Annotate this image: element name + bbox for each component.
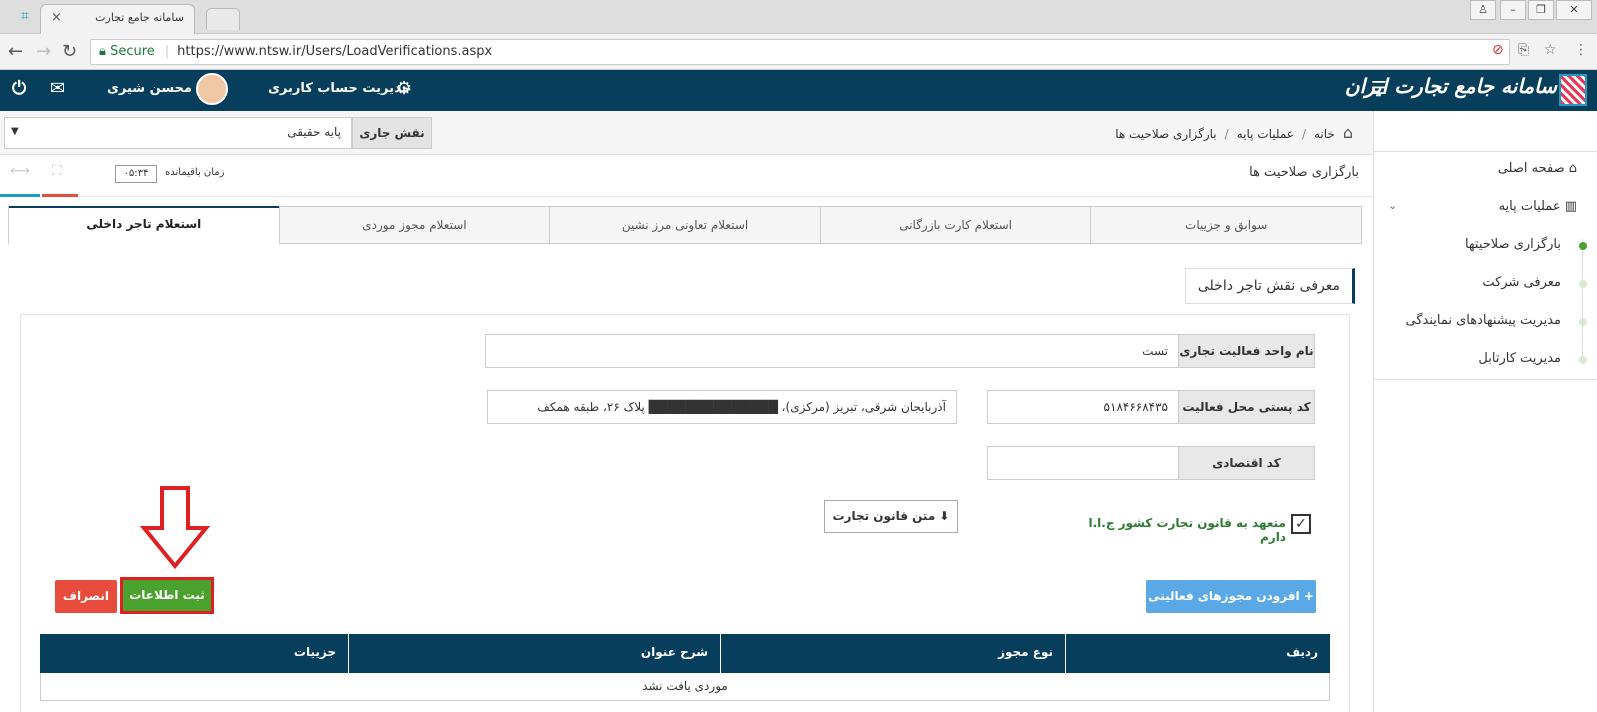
law-text-button[interactable]: ⬇ متن قانون تجارت	[824, 500, 958, 533]
commit-label: متعهد به قانون تجارت کشور ج.ا.ا دارم	[1088, 516, 1286, 544]
business-name-field[interactable]: تست	[485, 334, 1179, 368]
secure-label: Secure	[110, 44, 155, 59]
dot	[1579, 280, 1587, 288]
window-close-icon[interactable]: ✕	[1556, 0, 1592, 20]
business-name-label: نام واحد فعالیت تجاری	[1178, 334, 1315, 368]
browser-tab-title: سامانه جامع تجارت	[95, 11, 184, 24]
postal-code-label: کد پستی محل فعالیت	[1178, 390, 1315, 424]
sidebar-subitem-upload[interactable]: بارگزاری صلاحیتها	[1465, 237, 1561, 252]
tab-history[interactable]: سوابق و جزییات	[1090, 207, 1361, 243]
tab-domestic-trader[interactable]: استعلام تاجر داخلی	[9, 206, 279, 246]
dot	[1579, 318, 1587, 326]
role-select-value: پایه حقیقی	[287, 125, 341, 139]
lock-icon: 🔒︎	[99, 44, 111, 59]
active-dot	[1579, 242, 1587, 250]
tree-line	[1582, 239, 1583, 359]
gear-icon[interactable]: ⚙	[396, 78, 412, 99]
reload-icon[interactable]: ↻	[62, 41, 77, 62]
divider	[1374, 379, 1597, 380]
back-icon[interactable]: ←	[8, 41, 23, 62]
commit-checkbox[interactable]: ✓	[1291, 514, 1311, 534]
verification-tabs: سوابق و جزییات استعلام کارت بازرگانی است…	[8, 206, 1362, 246]
column-header-details: جزییات	[293, 645, 336, 659]
translate-icon[interactable]: ⎘	[1518, 42, 1529, 58]
economic-code-label: کد اقتصادی	[1178, 446, 1315, 480]
role-select[interactable]: پایه حقیقی ▼	[4, 117, 352, 149]
download-icon: ⬇	[935, 509, 950, 523]
home-icon: ⌂	[1564, 161, 1577, 176]
tab-case-license[interactable]: استعلام مجوز موردی	[278, 207, 550, 243]
timer-label: زمان باقیمانده	[165, 167, 225, 178]
chevron-down-icon[interactable]: ⌄	[1388, 199, 1397, 212]
sidebar-item-home[interactable]: ⌂ صفحه اصلی	[1498, 161, 1577, 176]
minimize-icon[interactable]: –	[1500, 0, 1526, 20]
breadcrumb-level1[interactable]: عملیات پایه	[1237, 127, 1294, 141]
close-icon[interactable]: ×	[51, 10, 62, 25]
divider	[1374, 151, 1597, 152]
expand-icon[interactable]: ⛶	[52, 163, 62, 179]
address-field: آذربایجان شرقی، تبریز (مرکزی)، █████████…	[487, 390, 957, 424]
caret-down-icon: ▼	[11, 126, 19, 137]
forward-icon[interactable]: →	[36, 41, 51, 62]
breadcrumb: ⌂خانه/عملیات پایه/بارگزاری صلاحیت ها	[1115, 123, 1353, 142]
sidebar-subitem-offers[interactable]: مدیریت پیشنهادهای نمایندگی	[1405, 313, 1561, 328]
table-empty-message: موردی یافت نشد	[40, 673, 1330, 701]
resize-icon[interactable]: ⟷	[10, 163, 30, 179]
add-licenses-label: افزودن مجوزهای فعالیتی	[1148, 589, 1300, 603]
home-icon[interactable]: ⌂	[1343, 123, 1353, 142]
save-button[interactable]: ثبت اطلاعات	[120, 577, 214, 614]
browser-tab-bar: ⌗ سامانه جامع تجارت × ♙ – ❐ ✕	[0, 0, 1597, 34]
plus-icon: +	[1299, 589, 1314, 603]
column-header-type: نوع مجوز	[720, 634, 1065, 673]
breadcrumb-bar: پایه حقیقی ▼ نقش جاری ⌂خانه/عملیات پایه/…	[0, 111, 1373, 155]
blocked-icon[interactable]: ⊘	[1492, 42, 1504, 58]
timer-value: ۰۵:۳۴	[115, 165, 157, 183]
breadcrumb-level2: بارگزاری صلاحیت ها	[1115, 127, 1217, 141]
user-name[interactable]: محسن شیری	[107, 81, 192, 96]
column-header-row: ردیف	[1065, 634, 1330, 673]
breadcrumb-home[interactable]: خانه	[1314, 127, 1335, 141]
app-logo-icon	[1559, 74, 1587, 106]
tab-border-coop[interactable]: استعلام تعاونی مرز نشین	[549, 207, 820, 243]
down-arrow-icon	[140, 486, 210, 570]
browser-tab[interactable]: سامانه جامع تجارت ×	[40, 4, 195, 34]
app-logo-text: سامانه جامع تجارت ایران	[1344, 74, 1557, 98]
url-text: https://www.ntsw.ir/Users/LoadVerificati…	[177, 44, 493, 59]
star-icon[interactable]: ☆	[1544, 42, 1557, 58]
mail-icon[interactable]: ✉	[50, 78, 65, 99]
add-licenses-button[interactable]: + افزودن مجوزهای فعالیتی	[1146, 580, 1316, 613]
user-icon[interactable]: ♙	[1470, 0, 1496, 20]
section-title: معرفی نقش تاجر داخلی	[1184, 268, 1355, 304]
menu-dots-icon[interactable]: ⋮	[1574, 42, 1588, 58]
address-bar-row: ← → ↻ 🔒︎ Secure | https://www.ntsw.ir/User…	[0, 34, 1597, 70]
sidebar-item-label: صفحه اصلی	[1497, 161, 1565, 176]
accent-line	[0, 194, 40, 197]
sidebar-subitem-inbox[interactable]: مدیریت کارتابل	[1478, 351, 1561, 366]
account-management-link[interactable]: مدیریت حساب کاربری	[268, 81, 410, 96]
chart-icon: ▥	[1560, 199, 1577, 214]
column-header-description: شرح عنوان	[348, 634, 720, 673]
law-text-button-label: متن قانون تجارت	[832, 509, 936, 523]
accent-line	[42, 194, 78, 197]
app-favicon-icon: ⌗	[21, 8, 29, 24]
licenses-table-header: ردیف نوع مجوز شرح عنوان جزییات	[40, 634, 1330, 673]
sidebar: ⌂ صفحه اصلی ▥ عملیات پایه ⌄ بارگزاری صلا…	[1373, 111, 1597, 712]
dot	[1579, 356, 1587, 364]
tab-commerce-card[interactable]: استعلام کارت بازرگانی	[819, 207, 1091, 243]
sidebar-subitem-company[interactable]: معرفی شرکت	[1482, 275, 1561, 290]
postal-code-field[interactable]: ۵۱۸۴۶۶۸۴۳۵	[987, 390, 1179, 424]
cancel-button[interactable]: انصراف	[55, 580, 117, 613]
sidebar-item-base-ops[interactable]: ▥ عملیات پایه	[1499, 199, 1577, 214]
url-input[interactable]: 🔒︎ Secure | https://www.ntsw.ir/Users/Load…	[90, 39, 1510, 65]
role-label: نقش جاری	[352, 117, 432, 149]
power-icon[interactable]: ⏻	[12, 78, 26, 99]
app-header: ⏻ ✉ محسن شیری مدیریت حساب کاربری ⚙ ☰ سام…	[0, 70, 1597, 111]
page-title: بارگزاری صلاحیت ها	[1249, 165, 1359, 180]
restore-icon[interactable]: ❐	[1528, 0, 1554, 20]
economic-code-field[interactable]	[987, 446, 1179, 480]
sidebar-item-label: عملیات پایه	[1498, 199, 1561, 214]
new-tab-button[interactable]	[206, 8, 240, 30]
page-title-bar: بارگزاری صلاحیت ها زمان باقیمانده ۰۵:۳۴ …	[0, 155, 1373, 197]
avatar[interactable]	[196, 73, 228, 105]
